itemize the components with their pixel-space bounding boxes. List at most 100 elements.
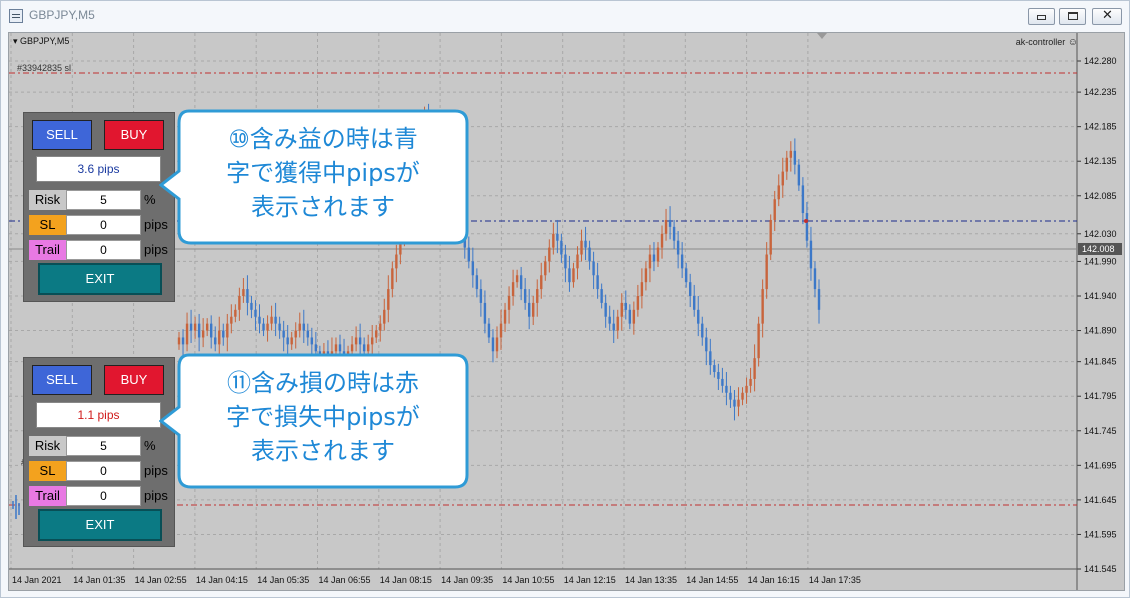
candle-body [672,226,676,241]
price-tick-label: 142.135 [1084,156,1117,166]
price-tick-label: 141.795 [1084,391,1117,401]
candle-body [729,392,732,400]
chart-window-icon [9,9,23,23]
candle-body [487,323,491,338]
candle-body [604,302,607,317]
candle-body [552,233,555,248]
price-tick-label: 141.745 [1084,426,1117,436]
sl-input[interactable]: 0 [66,215,141,235]
trail-input[interactable]: 0 [66,240,141,260]
candle-body [210,323,213,338]
candle-body [475,275,479,290]
candle-body [684,268,688,283]
time-tick-label: 14 Jan 02:55 [135,575,187,585]
exit-button[interactable]: EXIT [38,509,162,541]
candle-body [310,337,314,345]
pips-display: 3.6 pips [36,156,161,182]
candle-body [709,351,712,366]
candle-body [680,254,684,269]
candle-body [519,275,523,290]
buy-button[interactable]: BUY [104,365,164,395]
dropdown-triangle-icon: ▾ [13,36,21,46]
sl-input[interactable]: 0 [66,461,141,481]
entry-marker [804,219,808,223]
candle-body [246,289,249,303]
sell-button[interactable]: SELL [32,120,92,150]
candle-body [580,240,583,255]
time-tick-label: 14 Jan 16:15 [748,575,800,585]
candle-body [290,337,293,345]
candle-body [250,302,253,310]
candle-body [189,323,193,331]
risk-input[interactable]: 5 [66,436,141,456]
candle-body [745,385,748,393]
callout-profit: ⑩含み益の時は青 字で獲得中pipsが 表示されます [159,109,469,245]
candle-body [181,337,185,345]
candle-body [560,240,563,255]
candle-body [298,323,301,331]
close-button[interactable]: ✕ [1092,8,1122,25]
symbol-label: GBPJPY,M5 [20,36,70,46]
sell-button[interactable]: SELL [32,365,92,395]
price-chart[interactable]: 14 Jan 2021 14 Jan 01:35 14 Jan 02:55 14 Ja… [8,32,1125,591]
candle-body [644,268,648,283]
price-tick-label: 141.940 [1084,291,1117,301]
sl-label: SL [29,215,66,235]
trail-input[interactable]: 0 [66,486,141,506]
candle-body [548,247,551,262]
callout-line-1: ⑩含み益の時は青 [228,125,418,153]
price-tick-label: 142.185 [1084,122,1117,132]
candle-body [479,289,483,303]
time-tick-label: 14 Jan 12:15 [564,575,616,585]
candle-body [395,254,398,269]
price-tick-label: 141.695 [1084,460,1117,470]
time-tick-label: 14 Jan 04:15 [196,575,248,585]
candle-body [205,323,209,331]
candle-body [375,330,378,338]
candle-body [817,289,821,310]
candle-body [801,185,805,214]
candle-body [387,289,390,310]
candle-body [306,330,310,338]
minimize-button[interactable] [1028,8,1055,25]
symbol-dropdown[interactable]: ▾ GBPJPY,M5 [13,36,69,47]
maximize-button[interactable] [1059,8,1086,25]
candle-body [721,378,724,386]
sl-label: SL [29,461,66,481]
candle-body [765,254,768,290]
candle-body [809,240,813,269]
current-price-label: 142.008 [1082,244,1115,254]
title-bar[interactable]: GBPJPY,M5 ✕ [1,1,1129,31]
candle-body [789,150,793,158]
risk-input[interactable]: 5 [66,190,141,210]
candle-body [652,254,656,262]
candle-body [266,323,269,331]
candle-body [238,295,241,310]
risk-unit: % [144,438,156,453]
candle-body [697,309,700,324]
buy-button[interactable]: BUY [104,120,164,150]
candle-body [532,302,535,317]
candle-body [777,185,780,200]
chart-window: GBPJPY,M5 ✕ 14 Jan 2021 14 Jan 01:35 14 Ja… [0,0,1130,598]
candle-body [628,309,632,324]
candle-body [254,309,257,317]
candle-body [471,261,475,276]
exit-button[interactable]: EXIT [38,263,162,295]
candle-body [761,289,764,324]
candle-body [785,157,788,172]
candle-body [757,323,760,359]
callout-line-1: ⑪含み損の時は赤 [227,369,419,397]
candle-body [218,330,221,345]
candle-body [177,337,181,345]
candle-body [511,282,515,296]
price-tick-label: 142.280 [1084,56,1117,66]
price-tick-label: 142.085 [1084,191,1117,201]
expert-label: ak-controller ☺ [1016,37,1078,48]
candle-body [793,150,797,165]
candle-body [588,247,591,262]
price-tick-label: 141.645 [1084,495,1117,505]
candle-body [620,302,623,317]
candle-body [693,295,696,310]
time-tick-label: 14 Jan 06:55 [319,575,371,585]
